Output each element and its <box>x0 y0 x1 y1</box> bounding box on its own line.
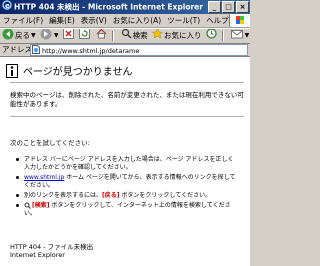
list-item: アドレス バーにページ アドレスを入力した場合は、ページ アドレスを正しく入力し… <box>14 156 239 172</box>
suggestion-text: ボタンをクリックしてください。 <box>119 192 212 199</box>
refresh-button[interactable] <box>79 29 91 43</box>
forward-arrow-icon <box>40 29 53 43</box>
error-heading: ページが見つかりません <box>6 63 133 78</box>
ie-logo-icon: e <box>2 0 12 14</box>
page-icon <box>32 45 40 55</box>
refresh-icon <box>79 29 91 43</box>
back-button-link[interactable]: [戻る] <box>102 192 120 199</box>
divider <box>10 116 244 117</box>
address-url: http://www.shtml.jp/detarame <box>42 47 140 55</box>
back-arrow-icon <box>2 29 15 43</box>
star-icon <box>151 29 164 43</box>
home-button[interactable] <box>96 29 108 43</box>
search-label: 検索 <box>132 31 148 40</box>
toolbar: 戻る ▼ ▼ 検索 お気に入り ▼ <box>0 28 250 44</box>
page-content: ページが見つかりません 検索中のページは、削除された、名前が変更された、または現… <box>0 57 250 266</box>
search-icon <box>24 202 31 209</box>
error-footer: HTTP 404 - ファイル未検出 Internet Explorer <box>10 243 93 259</box>
home-page-link[interactable]: www.shtml.jp <box>24 174 64 181</box>
favorites-button[interactable]: お気に入り <box>151 29 202 43</box>
history-icon <box>206 29 218 43</box>
windows-flag-icon <box>229 14 250 27</box>
forward-button[interactable]: ▼ <box>40 29 59 43</box>
menu-tools[interactable]: ツール(T) <box>164 16 203 25</box>
svg-text:e: e <box>5 2 10 10</box>
list-item: [検索] ボタンをクリックして、インターネット上の情報を検索してください。 <box>14 202 239 218</box>
stop-button[interactable] <box>63 29 75 43</box>
divider <box>10 82 244 83</box>
chevron-down-icon: ▼ <box>31 32 36 39</box>
suggestion-text: 別のリンクを表示するには、 <box>24 192 103 199</box>
address-bar: アドレス(D) http://www.shtml.jp/detarame <box>0 43 250 57</box>
menu-view[interactable]: 表示(V) <box>78 16 110 25</box>
minimize-button[interactable]: _ <box>208 1 221 13</box>
page-title: ページが見つかりません <box>23 67 133 78</box>
toolbar-separator <box>112 31 115 41</box>
window-title: HTTP 404 未検出 - Microsoft Internet Explor… <box>14 2 203 12</box>
back-button[interactable]: 戻る ▼ <box>2 29 36 43</box>
menu-file[interactable]: ファイル(F) <box>0 16 46 25</box>
search-button-link[interactable]: [検索] <box>32 202 50 209</box>
history-button[interactable] <box>206 29 218 43</box>
menu-bar: ファイル(F) 編集(E) 表示(V) お気に入り(A) ツール(T) ヘルプ(H) <box>0 14 250 28</box>
mail-button[interactable]: ▼ <box>230 29 250 43</box>
error-description: 検索中のページは、削除された、名前が変更された、または現在利用できない可能性があ… <box>10 91 244 108</box>
address-field[interactable]: http://www.shtml.jp/detarame <box>30 44 248 56</box>
search-icon <box>121 29 133 43</box>
title-bar: e HTTP 404 未検出 - Microsoft Internet Expl… <box>0 0 250 14</box>
list-item: www.shtml.jp ホーム ページを開いてから、表示する情報へのリンクを探… <box>14 174 239 190</box>
browser-name: Internet Explorer <box>10 251 65 259</box>
maximize-button[interactable]: □ <box>222 1 235 13</box>
home-icon <box>96 29 108 43</box>
mail-icon <box>230 29 244 43</box>
toolbar-separator <box>222 31 225 41</box>
stop-icon <box>63 29 75 43</box>
close-button[interactable]: × <box>236 1 249 13</box>
favorites-label: お気に入り <box>163 31 202 40</box>
try-heading: 次のことを試してください: <box>10 139 90 147</box>
suggestion-text: ボタンをクリックして、インターネット上の情報を検索してください。 <box>24 202 231 217</box>
menu-edit[interactable]: 編集(E) <box>46 16 78 25</box>
error-code: HTTP 404 - ファイル未検出 <box>10 243 94 251</box>
chevron-down-icon: ▼ <box>54 32 59 39</box>
menu-favorites[interactable]: お気に入り(A) <box>110 16 164 25</box>
info-icon <box>6 63 18 78</box>
suggestion-text: アドレス バーにページ アドレスを入力した場合は、ページ アドレスを正しく入力し… <box>24 156 234 171</box>
suggestion-list: アドレス バーにページ アドレスを入力した場合は、ページ アドレスを正しく入力し… <box>14 156 239 220</box>
back-label: 戻る <box>15 31 30 40</box>
chevron-down-icon: ▼ <box>244 32 250 39</box>
list-item: 別のリンクを表示するには、[戻る] ボタンをクリックしてください。 <box>14 192 239 200</box>
search-button[interactable]: 検索 <box>121 29 148 43</box>
